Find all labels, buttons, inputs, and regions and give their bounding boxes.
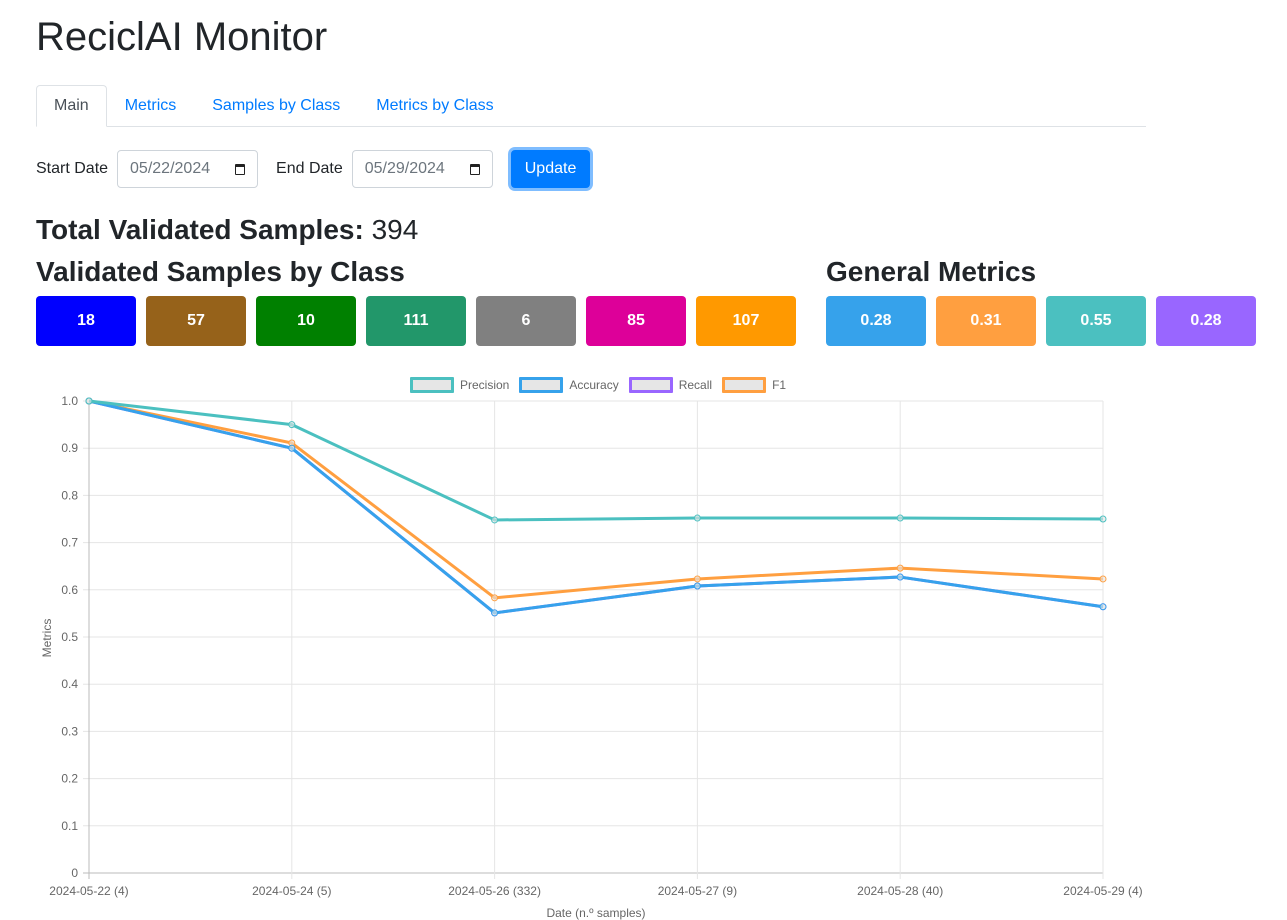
y-axis-ticks: 0 0.1 0.2 0.3 0.4 0.5 0.6 0.7 0.8 0.9 1.0 — [61, 394, 78, 880]
data-point-precision — [896, 514, 904, 522]
y-tick-label: 0.3 — [61, 724, 78, 738]
tab-bar: Main Metrics Samples by Class Metrics by… — [36, 85, 1146, 127]
start-date-input[interactable]: 05/22/2024 — [117, 150, 259, 188]
calendar-icon[interactable] — [469, 163, 480, 175]
y-axis-label: Metrics — [40, 619, 54, 658]
class-count-boxes: 18 57 10 111 6 85 107 — [36, 296, 806, 346]
class-count-box: 18 — [36, 296, 136, 346]
metric-box: 0.31 — [936, 296, 1036, 346]
class-count-box: 107 — [696, 296, 796, 346]
metric-box: 0.28 — [1156, 296, 1256, 346]
data-point-f1 — [1099, 575, 1107, 583]
class-count-box: 57 — [146, 296, 246, 346]
series-line-precision — [88, 399, 1104, 522]
data-point-accuracy — [288, 444, 296, 452]
y-tick-label: 0 — [71, 866, 78, 880]
general-metrics-title: General Metrics — [826, 256, 1037, 287]
x-tick-label: 2024-05-24 (5) — [252, 884, 331, 898]
class-count-box: 85 — [586, 296, 686, 346]
series-line-f1 — [88, 399, 1104, 600]
start-date-label: Start Date — [36, 160, 109, 177]
x-axis-label: Date (n.º samples) — [546, 906, 645, 920]
data-point-precision — [491, 516, 499, 524]
data-point-f1 — [896, 564, 904, 572]
data-point-precision — [288, 421, 296, 429]
data-point-accuracy — [1099, 603, 1107, 611]
y-tick-label: 1.0 — [61, 394, 78, 408]
class-count-box: 6 — [476, 296, 576, 346]
calendar-icon[interactable] — [235, 163, 246, 175]
data-point-f1 — [491, 594, 499, 602]
y-tick-label: 0.1 — [61, 819, 78, 833]
y-tick-label: 0.8 — [61, 488, 78, 502]
class-count-box: 111 — [366, 296, 466, 346]
metric-box: 0.55 — [1046, 296, 1146, 346]
tab-metrics[interactable]: Metrics — [107, 85, 195, 125]
y-tick-label: 0.7 — [61, 536, 78, 550]
data-point-precision — [693, 514, 701, 522]
app-title: ReciclAI Monitor — [36, 15, 328, 59]
total-value: 394 — [371, 214, 419, 245]
chart-series — [85, 397, 1107, 617]
metric-box: 0.28 — [826, 296, 926, 346]
y-tick-label: 0.5 — [61, 630, 78, 644]
tab-samples-by-class[interactable]: Samples by Class — [194, 85, 358, 125]
tab-metrics-by-class[interactable]: Metrics by Class — [358, 85, 511, 125]
x-tick-label: 2024-05-22 (4) — [49, 884, 128, 898]
total-label: Total Validated Samples: — [36, 214, 364, 245]
end-date-input[interactable]: 05/29/2024 — [351, 150, 493, 188]
x-tick-label: 2024-05-28 (40) — [857, 884, 943, 898]
data-point-precision — [85, 397, 93, 405]
y-tick-label: 0.4 — [61, 677, 78, 691]
x-tick-label: 2024-05-27 (9) — [658, 884, 737, 898]
y-tick-label: 0.2 — [61, 772, 78, 786]
x-axis-ticks: 2024-05-22 (4) 2024-05-24 (5) 2024-05-26 (… — [49, 884, 1142, 898]
class-count-box: 10 — [256, 296, 356, 346]
data-point-accuracy — [491, 609, 499, 617]
end-date-label: End Date — [276, 160, 343, 177]
end-date-value: 05/29/2024 — [364, 160, 445, 177]
y-tick-label: 0.6 — [61, 583, 78, 597]
start-date-value: 05/22/2024 — [130, 160, 211, 177]
chart-grid — [83, 400, 1104, 879]
total-validated-samples: Total Validated Samples: 394 — [36, 212, 418, 248]
data-point-precision — [1099, 515, 1107, 523]
x-tick-label: 2024-05-26 (332) — [448, 884, 541, 898]
tab-main[interactable]: Main — [36, 85, 107, 127]
data-point-f1 — [693, 575, 701, 583]
samples-by-class-title: Validated Samples by Class — [36, 256, 405, 287]
metrics-line-chart: 0 0.1 0.2 0.3 0.4 0.5 0.6 0.7 0.8 0.9 1.0 2024-05-… — [40, 394, 1143, 920]
data-point-accuracy — [693, 582, 701, 590]
x-tick-label: 2024-05-29 (4) — [1063, 884, 1142, 898]
data-point-accuracy — [896, 573, 904, 581]
update-button[interactable]: Update — [510, 150, 591, 188]
y-tick-label: 0.9 — [61, 441, 78, 455]
date-filters: Start Date 05/22/2024 End Date 05/29/202… — [36, 150, 591, 188]
general-metrics-boxes: 0.28 0.31 0.55 0.28 — [826, 296, 1266, 346]
